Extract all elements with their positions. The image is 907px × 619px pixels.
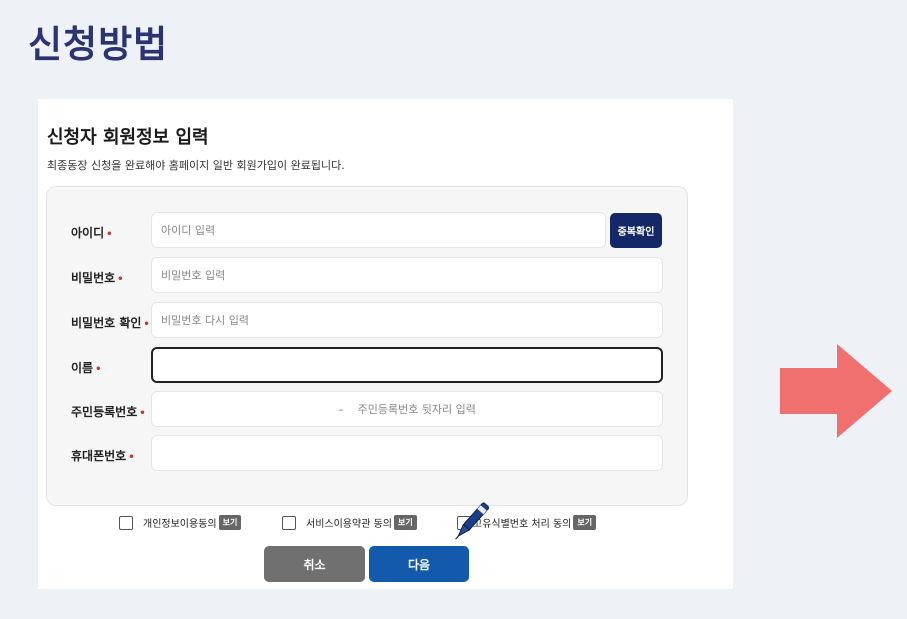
form-description: 최종동장 신청을 완료해야 홈페이지 일반 회원가입이 완료됩니다.: [47, 159, 345, 172]
phone-input[interactable]: [151, 435, 663, 471]
phone-row: 휴대폰번호 •: [47, 435, 687, 473]
form-box: 아이디 • 아이디 입력 중복확인 비밀번호 • 비밀번호 입력 비밀번호 확인 • …: [46, 186, 688, 506]
agreement-terms: 서비스이용약관 동의 보기: [282, 515, 417, 530]
required-mark: •: [117, 274, 124, 285]
password-row: 비밀번호 • 비밀번호 입력: [47, 257, 687, 295]
required-mark: •: [106, 229, 113, 240]
ssn-separator: –: [338, 402, 344, 416]
privacy-view-button[interactable]: 보기: [218, 515, 242, 530]
privacy-checkbox[interactable]: [119, 515, 133, 530]
ssn-label: 주민등록번호 •: [71, 405, 146, 419]
phone-label: 휴대폰번호 •: [71, 449, 135, 463]
terms-agreement-label: 서비스이용약관 동의: [306, 519, 392, 530]
required-mark: •: [139, 408, 146, 419]
form-title: 신청자 회원정보 입력: [47, 127, 209, 148]
required-mark: •: [95, 364, 102, 375]
agreement-privacy: 개인정보이용동의 보기: [119, 515, 242, 530]
password-confirm-row: 비밀번호 확인 • 비밀번호 다시 입력: [47, 302, 687, 340]
ssn-placeholder: 주민등록번호 뒷자리 입력: [357, 403, 476, 416]
password-confirm-input[interactable]: 비밀번호 다시 입력: [151, 302, 663, 338]
next-button[interactable]: 다음: [369, 546, 469, 582]
duplicate-check-button[interactable]: 중복확인: [610, 213, 662, 248]
terms-checkbox[interactable]: [282, 515, 296, 530]
arrow-right-icon: [780, 344, 892, 438]
page-heading: 신청방법: [28, 23, 169, 66]
name-input[interactable]: [151, 347, 663, 383]
id-label: 아이디 •: [71, 226, 113, 240]
signup-panel: 신청자 회원정보 입력 최종동장 신청을 완료해야 홈페이지 일반 회원가입이 …: [38, 99, 733, 589]
unique-id-view-button[interactable]: 보기: [573, 515, 597, 530]
ssn-input[interactable]: – 주민등록번호 뒷자리 입력: [151, 391, 663, 427]
cancel-button[interactable]: 취소: [264, 546, 365, 582]
required-mark: •: [128, 452, 135, 463]
privacy-agreement-label: 개인정보이용동의: [143, 519, 217, 530]
id-input[interactable]: 아이디 입력: [151, 212, 606, 248]
name-label: 이름 •: [71, 361, 102, 375]
id-row: 아이디 • 아이디 입력 중복확인: [47, 212, 687, 250]
ssn-row: 주민등록번호 • – 주민등록번호 뒷자리 입력: [47, 391, 687, 429]
password-confirm-label: 비밀번호 확인 •: [71, 316, 150, 330]
terms-view-button[interactable]: 보기: [393, 515, 417, 530]
required-mark: •: [143, 319, 150, 330]
password-input[interactable]: 비밀번호 입력: [151, 257, 663, 293]
name-row: 이름 •: [47, 347, 687, 385]
pen-icon: [455, 502, 490, 540]
password-label: 비밀번호 •: [71, 271, 124, 285]
